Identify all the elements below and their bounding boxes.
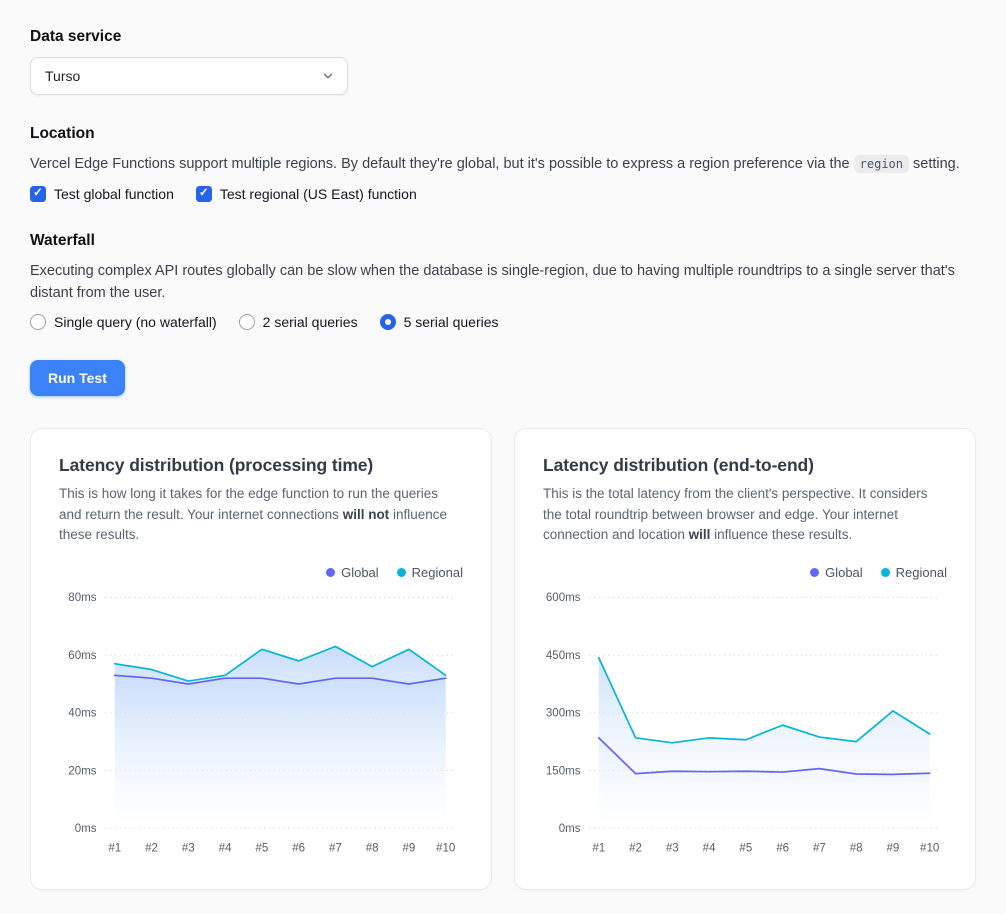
legend-label-global: Global — [341, 565, 379, 580]
svg-text:#10: #10 — [920, 842, 939, 854]
svg-text:#10: #10 — [436, 842, 455, 854]
legend-label-regional: Regional — [896, 565, 947, 580]
data-service-section: Data service Turso — [30, 28, 976, 95]
legend-label-regional: Regional — [412, 565, 463, 580]
radio-5-serial-queries[interactable]: 5 serial queries — [380, 314, 499, 330]
checkbox-label: Test global function — [54, 186, 174, 202]
latency-chart-end-to-end: 0ms 150ms 300ms 450ms 600ms #1 #2 #3 #4 #5 #6 #7 #8 #… — [543, 582, 947, 871]
chart-card-end-to-end: Latency distribution (end-to-end) This i… — [514, 428, 976, 889]
svg-text:80ms: 80ms — [68, 592, 96, 604]
waterfall-radio-row: Single query (no waterfall) 2 serial que… — [30, 314, 976, 330]
checkbox-icon — [196, 186, 212, 202]
svg-text:#8: #8 — [366, 842, 379, 854]
latency-chart-processing-time: 0ms 20ms 40ms 60ms 80ms #1 #2 #3 #4 #5 #6 #7 #8 #9 #10 — [59, 582, 463, 871]
region-code-chip: region — [854, 155, 909, 173]
global-series-dot-icon — [326, 568, 335, 577]
svg-text:600ms: 600ms — [546, 592, 581, 604]
legend-item-regional: Regional — [397, 565, 463, 580]
desc-bold: will not — [343, 507, 390, 522]
regional-series-dot-icon — [397, 568, 406, 577]
svg-text:0ms: 0ms — [75, 823, 97, 835]
svg-text:#4: #4 — [703, 842, 716, 854]
chart-legend: Global Regional — [59, 565, 463, 580]
charts-row: Latency distribution (processing time) T… — [30, 428, 976, 889]
radio-label: 2 serial queries — [263, 314, 358, 330]
run-test-button[interactable]: Run Test — [30, 360, 125, 396]
benchmark-page: Data service Turso Location Vercel Edge … — [0, 0, 1006, 914]
chart-description-e2e: This is the total latency from the clien… — [543, 484, 947, 545]
svg-text:#3: #3 — [666, 842, 679, 854]
waterfall-heading: Waterfall — [30, 232, 976, 250]
location-checkbox-row: Test global function Test regional (US E… — [30, 186, 976, 202]
checkbox-icon — [30, 186, 46, 202]
location-section: Location Vercel Edge Functions support m… — [30, 125, 976, 202]
checkbox-label: Test regional (US East) function — [220, 186, 417, 202]
chart-description-processing: This is how long it takes for the edge f… — [59, 484, 463, 545]
radio-label: 5 serial queries — [404, 314, 499, 330]
data-service-selected-value: Turso — [45, 68, 80, 84]
svg-text:#2: #2 — [145, 842, 158, 854]
svg-text:#9: #9 — [887, 842, 900, 854]
chart-card-processing-time: Latency distribution (processing time) T… — [30, 428, 492, 889]
location-description: Vercel Edge Functions support multiple r… — [30, 154, 976, 176]
desc-bold: will — [689, 527, 711, 542]
waterfall-section: Waterfall Executing complex API routes g… — [30, 232, 976, 331]
svg-text:#5: #5 — [255, 842, 268, 854]
svg-text:#7: #7 — [329, 842, 342, 854]
svg-text:#6: #6 — [292, 842, 305, 854]
radio-icon — [380, 314, 396, 330]
regional-series-dot-icon — [881, 568, 890, 577]
legend-label-global: Global — [825, 565, 863, 580]
svg-text:#6: #6 — [776, 842, 789, 854]
svg-text:#4: #4 — [219, 842, 232, 854]
svg-text:450ms: 450ms — [546, 650, 581, 662]
radio-2-serial-queries[interactable]: 2 serial queries — [239, 314, 358, 330]
svg-text:20ms: 20ms — [68, 765, 96, 777]
chevron-down-icon — [321, 69, 335, 83]
radio-label: Single query (no waterfall) — [54, 314, 217, 330]
svg-text:#3: #3 — [182, 842, 195, 854]
legend-item-global: Global — [810, 565, 863, 580]
chart-title-e2e: Latency distribution (end-to-end) — [543, 455, 947, 476]
checkbox-test-global-function[interactable]: Test global function — [30, 186, 174, 202]
chart-legend: Global Regional — [543, 565, 947, 580]
location-description-text: Vercel Edge Functions support multiple r… — [30, 156, 854, 172]
svg-text:#8: #8 — [850, 842, 863, 854]
location-description-text-after: setting. — [909, 156, 960, 172]
svg-text:#7: #7 — [813, 842, 826, 854]
svg-text:40ms: 40ms — [68, 708, 96, 720]
svg-text:#2: #2 — [629, 842, 642, 854]
checkbox-test-regional-function[interactable]: Test regional (US East) function — [196, 186, 417, 202]
chart-title-processing: Latency distribution (processing time) — [59, 455, 463, 476]
svg-text:#5: #5 — [739, 842, 752, 854]
svg-text:60ms: 60ms — [68, 650, 96, 662]
data-service-select[interactable]: Turso — [30, 57, 348, 95]
radio-icon — [239, 314, 255, 330]
data-service-heading: Data service — [30, 28, 976, 46]
svg-text:150ms: 150ms — [546, 765, 581, 777]
svg-text:300ms: 300ms — [546, 708, 581, 720]
svg-text:#9: #9 — [403, 842, 416, 854]
radio-icon — [30, 314, 46, 330]
legend-item-global: Global — [326, 565, 379, 580]
svg-text:#1: #1 — [108, 842, 121, 854]
location-heading: Location — [30, 125, 976, 143]
global-series-dot-icon — [810, 568, 819, 577]
svg-text:0ms: 0ms — [559, 823, 581, 835]
desc-text-after: influence these results. — [710, 527, 852, 542]
legend-item-regional: Regional — [881, 565, 947, 580]
radio-single-query[interactable]: Single query (no waterfall) — [30, 314, 217, 330]
svg-text:#1: #1 — [592, 842, 605, 854]
waterfall-description: Executing complex API routes globally ca… — [30, 261, 976, 305]
